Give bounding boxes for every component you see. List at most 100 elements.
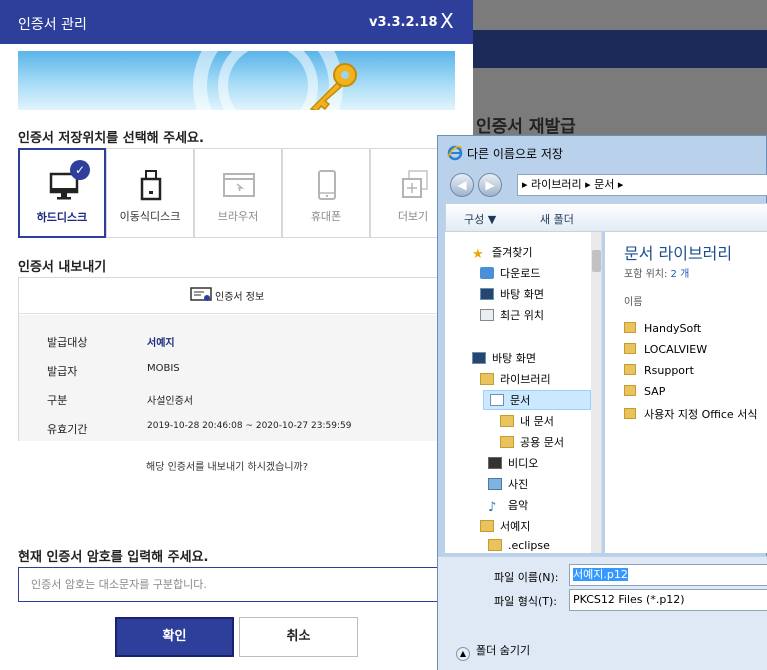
tree-item-desktop[interactable]: 바탕 화면 — [480, 286, 544, 302]
file-item[interactable]: Rsupport — [624, 364, 694, 377]
location-label: 휴대폰 — [310, 210, 342, 223]
column-header-name[interactable]: 이름 — [624, 293, 642, 308]
filename-input[interactable]: 서예지.p12 — [569, 564, 767, 586]
library-includes: 포함 위치: 2 개 — [624, 265, 689, 280]
info-key: 구분 — [47, 394, 68, 407]
location-mobile[interactable]: 휴대폰 — [282, 148, 370, 238]
scrollbar-thumb[interactable] — [592, 250, 601, 272]
breadcrumb-documents[interactable]: 문서 — [594, 178, 614, 191]
folder-icon — [624, 408, 636, 419]
folder-icon — [624, 385, 636, 396]
cancel-button[interactable]: 취소 — [239, 617, 358, 657]
location-browser[interactable]: 브라우저 — [194, 148, 282, 238]
filetype-label: 파일 형식(T): — [494, 595, 557, 608]
location-arrow-icon: ▸ — [522, 178, 532, 191]
info-key: 유효기간 — [47, 423, 88, 436]
info-key: 발급자 — [47, 365, 78, 378]
folder-icon — [500, 436, 514, 448]
info-key: 발급대상 — [47, 336, 88, 349]
library-title: 문서 라이브러리 — [624, 244, 733, 263]
filename-label: 파일 이름(N): — [494, 571, 559, 584]
tree-item-recent-places[interactable]: 최근 위치 — [480, 307, 544, 323]
address-bar[interactable]: ▸ 라이브러리 ▸ 문서 ▸ — [517, 174, 767, 196]
library-includes-label: 포함 위치: — [624, 269, 671, 280]
tree-item-downloads[interactable]: 다운로드 — [480, 265, 540, 281]
new-folder-button[interactable]: 새 폴더 — [540, 211, 574, 227]
file-item[interactable]: HandySoft — [624, 322, 701, 335]
tree-item-libraries[interactable]: 라이브러리 — [480, 371, 551, 387]
location-label: 브라우저 — [217, 210, 259, 223]
password-heading: 현재 인증서 암호를 입력해 주세요. — [18, 550, 209, 565]
tree-item-favorites[interactable]: ★ 즐겨찾기 — [472, 244, 532, 262]
close-icon[interactable]: X — [440, 9, 454, 33]
dialog-title-bar: 다른 이름으로 저장 — [438, 136, 767, 170]
back-arrow-icon[interactable]: ◀ — [450, 173, 474, 197]
tree-item-music[interactable]: ♪ 음악 — [488, 497, 528, 515]
storage-location-list: ✓ 하드디스크 이동식디스크 브라우저 휴대폰 더보기 — [18, 148, 455, 238]
tree-item-my-documents[interactable]: 내 문서 — [500, 413, 554, 429]
certificate-export-panel: 인증서 정보 발급대상 서예지 발급자 MOBIS 구분 사설인증서 유효기간 … — [18, 277, 459, 441]
tree-item-videos[interactable]: 비디오 — [488, 455, 538, 471]
tree-item-public-documents[interactable]: 공용 문서 — [500, 434, 564, 450]
internet-explorer-icon — [447, 145, 463, 161]
tree-item-desktop-root[interactable]: 바탕 화면 — [472, 350, 536, 366]
location-label: 하드디스크 — [36, 211, 88, 224]
ok-button[interactable]: 확인 — [115, 617, 234, 657]
hide-folders-toggle[interactable]: ▲ 폴더 숨기기 — [456, 642, 530, 661]
background-header-band — [473, 30, 767, 68]
forward-arrow-icon[interactable]: ▶ — [478, 173, 502, 197]
usb-drive-icon — [140, 170, 162, 201]
video-icon — [488, 457, 502, 469]
dialog-title: 다른 이름으로 저장 — [467, 147, 563, 161]
navigation-bar: ◀ ▶ ▸ 라이브러리 ▸ 문서 ▸ — [445, 170, 767, 200]
breadcrumb-library[interactable]: 라이브러리 — [531, 178, 582, 191]
window-title: 인증서 관리 — [18, 17, 87, 33]
breadcrumb-separator-icon: ▸ — [585, 178, 595, 191]
star-icon: ★ — [472, 247, 484, 262]
recent-places-icon — [480, 309, 494, 321]
location-hard-disk[interactable]: ✓ 하드디스크 — [18, 148, 106, 238]
password-input[interactable]: 인증서 암호는 대소문자를 구분합니다. — [18, 567, 473, 602]
filetype-value: PKCS12 Files (*.p12) — [573, 593, 685, 606]
version-label: v3.3.2.18 — [369, 15, 438, 30]
pictures-icon — [488, 478, 502, 490]
tree-item-eclipse[interactable]: .eclipse — [488, 539, 550, 552]
desktop-icon — [480, 288, 494, 300]
chevron-up-icon: ▲ — [456, 647, 470, 661]
tree-item-documents[interactable]: 문서 — [483, 390, 591, 410]
user-folder-icon — [480, 520, 494, 532]
mobile-phone-icon — [318, 170, 336, 200]
navigation-tree: ★ 즐겨찾기 다운로드 바탕 화면 최근 위치 바탕 화면 라이브러리 문서 내 … — [445, 232, 602, 553]
export-confirm-question: 해당 인증서를 내보내기 하시겠습니까? — [146, 462, 309, 473]
info-validity-value: 2019-10-28 20:46:08 ~ 2020-10-27 23:59:5… — [147, 421, 352, 431]
location-heading: 인증서 저장위치를 선택해 주세요. — [18, 131, 204, 146]
info-type-value: 사설인증서 — [147, 396, 193, 407]
folder-icon — [500, 415, 514, 427]
breadcrumb-separator-icon: ▸ — [617, 178, 624, 191]
music-icon: ♪ — [488, 500, 497, 515]
organize-menu[interactable]: 구성 ▼ — [464, 211, 496, 227]
certificate-info-button[interactable]: 인증서 정보 — [19, 278, 458, 314]
desktop-icon — [472, 352, 486, 364]
filetype-select[interactable]: PKCS12 Files (*.p12) — [569, 589, 767, 611]
key-icon — [309, 63, 357, 110]
certificate-manager-window: 인증서 관리 v3.3.2.18 X 인증서 저장위치를 선택해 주세요. ✓ … — [0, 0, 473, 670]
info-issuer-value: MOBIS — [147, 363, 180, 374]
browser-window-icon — [223, 173, 255, 197]
selected-check-icon: ✓ — [70, 160, 90, 180]
file-item[interactable]: SAP — [624, 385, 665, 398]
folder-icon — [488, 539, 502, 551]
library-location-count[interactable]: 2 개 — [671, 269, 690, 280]
file-item[interactable]: 사용자 지정 Office 서식 — [624, 406, 757, 422]
tree-scrollbar[interactable] — [591, 232, 601, 553]
filename-value: 서예지.p12 — [573, 568, 628, 581]
download-folder-icon — [480, 267, 494, 279]
location-label: 이동식디스크 — [119, 210, 181, 223]
folder-icon — [624, 322, 636, 333]
tree-item-user[interactable]: 서예지 — [480, 518, 530, 534]
dialog-toolbar: 구성 ▼ 새 폴더 — [445, 203, 767, 232]
tree-item-pictures[interactable]: 사진 — [488, 476, 528, 492]
library-icon — [480, 373, 494, 385]
file-item[interactable]: LOCALVIEW — [624, 343, 707, 356]
location-removable-disk[interactable]: 이동식디스크 — [106, 148, 194, 238]
